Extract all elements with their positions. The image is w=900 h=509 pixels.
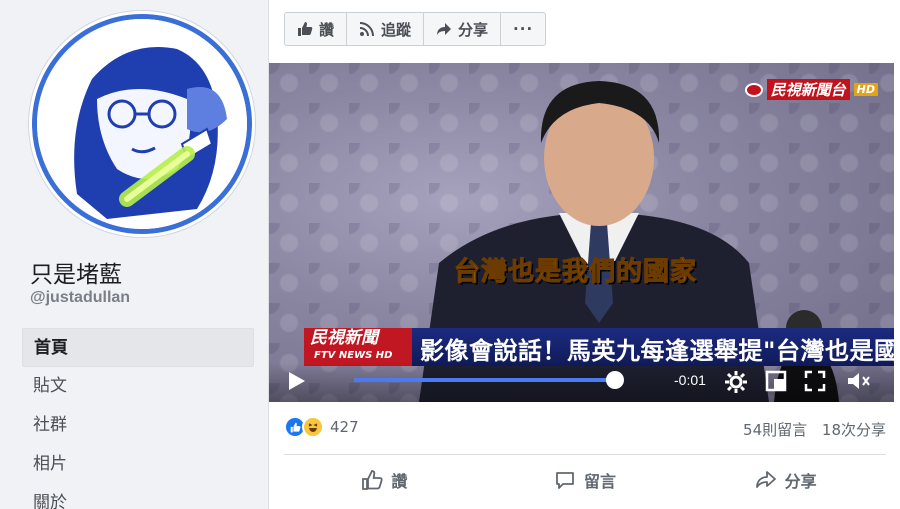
scrubber-handle[interactable]	[606, 371, 624, 389]
nav-item-home[interactable]: 首頁	[22, 328, 254, 367]
like-button-label: 讚	[391, 472, 408, 491]
ticker-logo-main: 民視新聞	[310, 328, 378, 348]
play-icon[interactable]	[289, 372, 305, 390]
mute-icon[interactable]	[846, 370, 872, 392]
reaction-summary[interactable]: 427	[284, 416, 359, 438]
page-sidebar: 只是堵藍 @justadullan 首頁 貼文 社群 相片 關於	[0, 0, 268, 509]
nav-item-photos[interactable]: 相片	[22, 445, 254, 484]
page-share-label: 分享	[458, 20, 489, 39]
reaction-count: 427	[330, 418, 359, 436]
nav-item-community[interactable]: 社群	[22, 406, 254, 445]
page-follow-button[interactable]: 追蹤	[347, 13, 425, 45]
page-name[interactable]: 只是堵藍	[30, 255, 122, 289]
page-handle[interactable]: @justadullan	[30, 289, 130, 307]
hd-badge: HD	[853, 83, 878, 96]
ticker-logo-sub: FTV NEWS HD	[314, 350, 393, 361]
comment-bubble-icon	[556, 472, 574, 489]
haha-reaction-icon	[302, 416, 324, 438]
share-outline-icon	[755, 471, 776, 488]
nav-item-about[interactable]: 關於	[22, 484, 254, 509]
post-card: 讚 追蹤 分享 ··· 民視新聞台 HD 台灣也是我們的國家 民視新聞 FTV …	[268, 0, 900, 509]
share-button-label: 分享	[784, 472, 817, 491]
page-like-label: 讚	[319, 20, 335, 39]
share-button[interactable]: 分享	[685, 460, 886, 500]
page-action-bar: 讚 追蹤 分享 ···	[284, 12, 547, 46]
progress-fill	[354, 378, 607, 382]
post-action-bar: 讚 留言 分享	[284, 460, 886, 500]
page-nav: 首頁 貼文 社群 相片 關於	[22, 328, 254, 509]
page-like-button[interactable]: 讚	[285, 13, 348, 45]
ftv-eye-icon	[744, 82, 763, 97]
ticker-headline: 影像會說話！馬英九每逢選舉提"台灣也是國家"	[420, 337, 894, 365]
share-count[interactable]: 18次分享	[822, 421, 886, 439]
page-share-button[interactable]: 分享	[424, 13, 502, 45]
more-dots-icon: ···	[513, 20, 534, 38]
ticker-logo: 民視新聞 FTV NEWS HD	[304, 328, 412, 366]
nav-item-posts[interactable]: 貼文	[22, 367, 254, 406]
progress-bar[interactable]	[354, 378, 614, 382]
video-subtitle: 台灣也是我們的國家	[453, 257, 698, 288]
comment-count[interactable]: 54則留言	[743, 421, 807, 439]
thumbs-up-icon	[298, 22, 313, 36]
avatar-illustration	[37, 19, 247, 229]
page-avatar[interactable]	[32, 14, 252, 234]
divider	[284, 454, 886, 455]
video-controls: -0:01	[269, 362, 894, 402]
share-arrow-icon	[437, 23, 452, 35]
thumbs-up-outline-icon	[362, 470, 383, 490]
channel-logo: 民視新聞台 HD	[744, 79, 878, 100]
page-more-button[interactable]: ···	[501, 13, 545, 45]
engagement-counts: 54則留言 18次分享	[733, 419, 886, 440]
pip-icon[interactable]	[765, 370, 787, 392]
rss-icon	[359, 22, 375, 37]
news-ticker: 民視新聞 FTV NEWS HD 影像會說話！馬英九每逢選舉提"台灣也是國家"	[304, 328, 894, 366]
channel-logo-text: 民視新聞台	[766, 79, 850, 100]
comment-button[interactable]: 留言	[485, 460, 686, 500]
time-remaining: -0:01	[674, 372, 706, 388]
comment-button-label: 留言	[584, 472, 617, 491]
fullscreen-icon[interactable]	[804, 370, 826, 392]
like-button[interactable]: 讚	[284, 460, 485, 500]
video-player[interactable]: 民視新聞台 HD 台灣也是我們的國家 民視新聞 FTV NEWS HD 影像會說…	[269, 63, 894, 402]
settings-gear-icon[interactable]	[724, 370, 748, 394]
page-follow-label: 追蹤	[381, 20, 412, 39]
